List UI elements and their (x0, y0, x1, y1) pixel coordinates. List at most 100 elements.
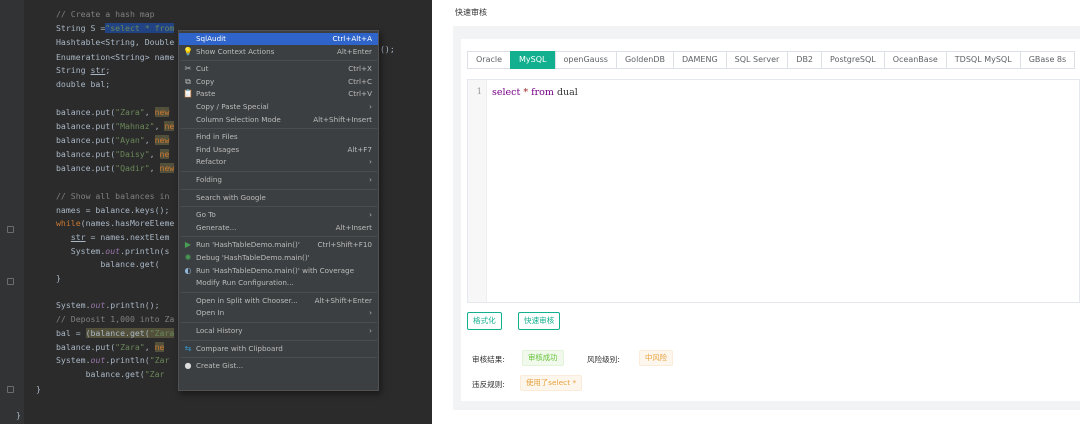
tab-opengauss[interactable]: openGauss (554, 51, 617, 69)
code-token: } (56, 273, 61, 283)
menu-item-local-history[interactable]: Local History › (179, 325, 378, 337)
menu-item-cut[interactable]: ✂ Cut Ctrl+X (179, 63, 378, 75)
menu-item-modify-run-configuration[interactable]: Modify Run Configuration... (179, 277, 378, 289)
tab-oceanbase[interactable]: OceanBase (883, 51, 947, 69)
tab-goldendb[interactable]: GoldenDB (615, 51, 675, 69)
menu-item-open-in[interactable]: Open In › (179, 307, 378, 319)
code-token: names = balance.keys(); (56, 205, 170, 215)
tab-dameng[interactable]: DAMENG (673, 51, 727, 69)
sql-editor[interactable]: 1 select * from dual (467, 79, 1080, 303)
menu-item-shortcut: Alt+Shift+Enter (314, 295, 372, 305)
code-line[interactable]: } (56, 272, 61, 285)
menu-item-folding[interactable]: Folding › (179, 174, 378, 186)
code-line[interactable]: str = names.nextElem (56, 231, 170, 244)
code-line[interactable]: Enumeration<String> name (56, 51, 174, 64)
submenu-arrow-icon: › (369, 308, 372, 318)
code-token: balance.put( (56, 107, 116, 117)
menu-separator (180, 291, 377, 293)
menu-item-refactor[interactable]: Refactor › (179, 156, 378, 168)
code-line[interactable]: while(names.hasMoreEleme (56, 217, 174, 230)
database-tabs: Oracle MySQL openGauss GoldenDB DAMENG SQL Se… (467, 51, 1076, 69)
code-line[interactable]: System.out.println(); (56, 299, 160, 312)
format-button[interactable]: 格式化 (467, 312, 502, 330)
menu-item-create-gist[interactable]: ● Create Gist... (179, 360, 378, 372)
code-line[interactable]: balance.put("Ayan", new (56, 134, 170, 147)
code-token: new (154, 135, 170, 145)
code-token: "Qadir" (115, 163, 150, 173)
code-line[interactable]: balance.get("Zar (56, 368, 165, 381)
context-menu: SqlAudit Ctrl+Alt+A 💡 Show Context Actions A… (178, 30, 379, 391)
code-line[interactable]: bal = (balance.get("Zara (56, 327, 175, 340)
menu-item-generate[interactable]: Generate... Alt+Insert (179, 222, 378, 234)
code-line[interactable]: balance.put("Zara", ne (56, 341, 165, 354)
code-token: out (105, 246, 121, 256)
code-line[interactable]: balance.put("Qadir", new (56, 162, 175, 175)
tab-sql-server[interactable]: SQL Server (725, 51, 789, 69)
code-token: // Show all balances in (56, 191, 170, 201)
menu-item-column-selection-mode[interactable]: Column Selection Mode Alt+Shift+Insert (179, 114, 378, 126)
menu-separator (180, 236, 377, 238)
code-token: , (149, 149, 160, 159)
menu-item-copy[interactable]: ⧉ Copy Ctrl+C (179, 76, 378, 88)
sql-code-line[interactable]: select * from dual (492, 87, 578, 98)
menu-item-paste[interactable]: 📋 Paste Ctrl+V (179, 88, 378, 100)
menu-item-find-in-files[interactable]: Find in Files (179, 131, 378, 143)
menu-item-label: Modify Run Configuration... (196, 278, 294, 288)
code-line[interactable]: names = balance.keys(); (56, 204, 169, 217)
menu-item-find-usages[interactable]: Find Usages Alt+F7 (179, 144, 378, 156)
code-line[interactable]: balance.put("Zara", new (56, 106, 170, 119)
menu-item-label: Generate... (196, 222, 237, 232)
code-token: (balance.get( (85, 328, 150, 338)
menu-item-show-context-actions[interactable]: 💡 Show Context Actions Alt+Enter (179, 46, 378, 58)
menu-item-label: Cut (196, 64, 209, 74)
code-line[interactable]: // Deposit 1,000 into Za (56, 313, 174, 326)
fold-marker-icon[interactable] (7, 278, 14, 285)
quick-audit-button[interactable]: 快速审核 (518, 312, 561, 330)
code-line[interactable]: double bal; (56, 78, 110, 91)
code-token: ne (154, 342, 165, 352)
code-line[interactable]: // Show all balances in (56, 190, 169, 203)
submenu-arrow-icon: › (369, 157, 372, 167)
fold-marker-icon[interactable] (7, 386, 14, 393)
code-line[interactable]: Hashtable<String, Double (56, 36, 174, 49)
code-line[interactable]: balance.get( (56, 258, 159, 271)
tab-oracle[interactable]: Oracle (467, 51, 512, 69)
menu-item-debug-hashtabledemo-main[interactable]: ✺ Debug 'HashTableDemo.main()' (179, 252, 378, 264)
code-line[interactable]: String S ="select * from (56, 22, 175, 35)
menu-item-go-to[interactable]: Go To › (179, 209, 378, 221)
code-token: = names.nextElem (85, 232, 170, 242)
code-token: Hashtable<String, Double (56, 37, 175, 47)
menu-separator (180, 60, 377, 62)
audit-result-label: 审核结果: (472, 355, 505, 364)
code-line[interactable]: System.out.println(s (56, 245, 170, 258)
code-token: System. (56, 300, 91, 310)
menu-item-sqlaudit[interactable]: SqlAudit Ctrl+Alt+A (179, 33, 378, 45)
menu-item-label: Copy (196, 76, 215, 86)
menu-item-copy-paste-special[interactable]: Copy / Paste Special › (179, 101, 378, 113)
tab-db2[interactable]: DB2 (787, 51, 823, 69)
code-line[interactable]: // Create a hash map (56, 8, 155, 21)
menu-item-run-hashtabledemo-main[interactable]: ▶ Run 'HashTableDemo.main()' Ctrl+Shift+F1… (179, 239, 378, 251)
tab-gbase-8s[interactable]: GBase 8s (1019, 51, 1076, 69)
menu-item-label: Create Gist... (196, 361, 244, 371)
code-line[interactable]: balance.put("Mahnaz", ne (56, 120, 175, 133)
code-line[interactable]: balance.put("Daisy", ne (56, 148, 170, 161)
code-line[interactable]: System.out.println("Zar (56, 354, 169, 367)
menu-item-shortcut: Ctrl+C (348, 76, 372, 86)
tab-tdsql-mysql[interactable]: TDSQL MySQL (945, 51, 1021, 69)
code-token: balance.get( (56, 369, 145, 379)
menu-item-label: SqlAudit (196, 34, 226, 43)
tab-postgresql[interactable]: PostgreSQL (821, 51, 885, 69)
tab-mysql[interactable]: MySQL (510, 51, 556, 69)
menu-item-search-with-google[interactable]: Search with Google (179, 192, 378, 204)
menu-item-open-in-split-with-chooser[interactable]: Open in Split with Chooser... Alt+Shift+E… (179, 295, 378, 307)
closing-brace-outer: } (16, 410, 21, 420)
menu-item-run-hashtabledemo-main-with-coverage[interactable]: ◐ Run 'HashTableDemo.main()' with Coverag… (179, 265, 378, 277)
menu-item-label: Local History (196, 326, 243, 335)
code-token: double bal; (56, 79, 111, 89)
menu-item-compare-with-clipboard[interactable]: ⇆ Compare with Clipboard (179, 343, 378, 355)
code-line[interactable]: String str; (56, 64, 110, 77)
code-token: .println(s (120, 246, 170, 256)
fold-marker-icon[interactable] (7, 226, 14, 233)
